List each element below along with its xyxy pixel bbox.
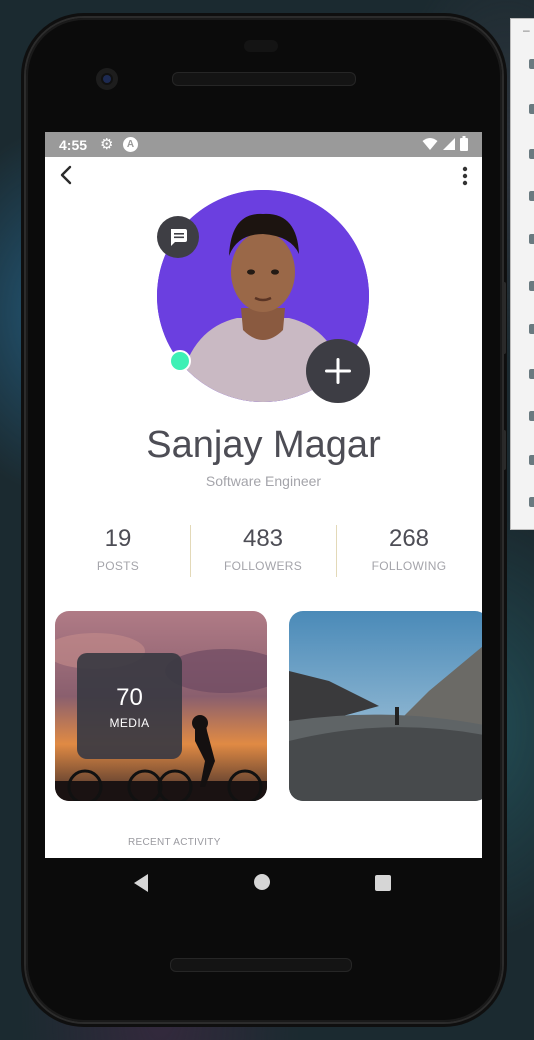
earpiece-speaker bbox=[172, 72, 356, 86]
volume-key[interactable] bbox=[502, 430, 506, 470]
status-icons bbox=[422, 136, 468, 151]
settings-gear-icon: ⚙ bbox=[100, 136, 114, 153]
profile-role: Software Engineer bbox=[205, 473, 322, 489]
signal-icon bbox=[443, 137, 455, 150]
nav-recents-icon[interactable] bbox=[375, 875, 391, 891]
recent-activity-heading: RECENT ACTIVITY bbox=[128, 837, 221, 848]
sensor bbox=[244, 40, 278, 52]
bottom-speaker bbox=[170, 958, 352, 972]
add-button[interactable] bbox=[306, 339, 370, 403]
wifi-icon bbox=[422, 137, 438, 150]
online-status-dot bbox=[169, 350, 191, 372]
stat-posts[interactable]: 19 POSTS bbox=[45, 525, 191, 573]
a-notification-icon: A bbox=[123, 137, 138, 152]
front-camera bbox=[96, 68, 118, 90]
power-icon[interactable] bbox=[529, 59, 534, 69]
more-tool-icon[interactable] bbox=[529, 497, 534, 507]
media-count-box[interactable]: 70 MEDIA bbox=[77, 653, 182, 759]
stat-value: 483 bbox=[242, 525, 284, 552]
mountain-hiker-image bbox=[289, 611, 482, 801]
plus-icon bbox=[325, 358, 351, 384]
media-label: MEDIA bbox=[109, 716, 150, 730]
battery-icon bbox=[460, 136, 468, 151]
back-tool-icon[interactable] bbox=[529, 369, 534, 379]
stat-followers[interactable]: 483 FOLLOWERS bbox=[190, 525, 336, 573]
stat-following[interactable]: 268 FOLLOWING bbox=[336, 525, 482, 573]
chevron-left-icon[interactable] bbox=[55, 163, 79, 187]
nav-home-icon[interactable] bbox=[254, 874, 270, 890]
minimize-icon[interactable]: – bbox=[523, 23, 530, 37]
app-screen: 4:55 ⚙ A Sanjay Magar Software Engineer … bbox=[45, 132, 482, 858]
overview-tool-icon[interactable] bbox=[529, 455, 534, 465]
status-time: 4:55 bbox=[59, 137, 88, 153]
volume-down-icon[interactable] bbox=[529, 149, 534, 159]
media-count: 70 bbox=[116, 684, 143, 711]
emulator-side-toolbar: – bbox=[510, 18, 534, 530]
home-tool-icon[interactable] bbox=[529, 411, 534, 421]
stat-label: POSTS bbox=[96, 559, 140, 573]
rotate-right-icon[interactable] bbox=[529, 234, 534, 244]
volume-up-icon[interactable] bbox=[529, 104, 534, 114]
zoom-icon[interactable] bbox=[529, 324, 534, 334]
screenshot-icon[interactable] bbox=[529, 281, 534, 291]
stat-value: 268 bbox=[388, 525, 430, 552]
message-icon[interactable] bbox=[157, 216, 199, 258]
status-bar: 4:55 ⚙ A bbox=[45, 132, 482, 157]
stats-row: 19 POSTS 483 FOLLOWERS 268 FOLLOWING bbox=[45, 525, 482, 579]
stat-value: 19 bbox=[104, 525, 132, 552]
nav-back-icon[interactable] bbox=[132, 873, 150, 893]
rotate-left-icon[interactable] bbox=[529, 191, 534, 201]
stat-label: FOLLOWERS bbox=[223, 559, 303, 573]
stat-label: FOLLOWING bbox=[371, 559, 447, 573]
more-vertical-icon[interactable] bbox=[460, 165, 470, 187]
power-key[interactable] bbox=[502, 282, 506, 354]
profile-name: Sanjay Magar bbox=[146, 424, 381, 466]
media-card-mountain[interactable] bbox=[289, 611, 482, 801]
